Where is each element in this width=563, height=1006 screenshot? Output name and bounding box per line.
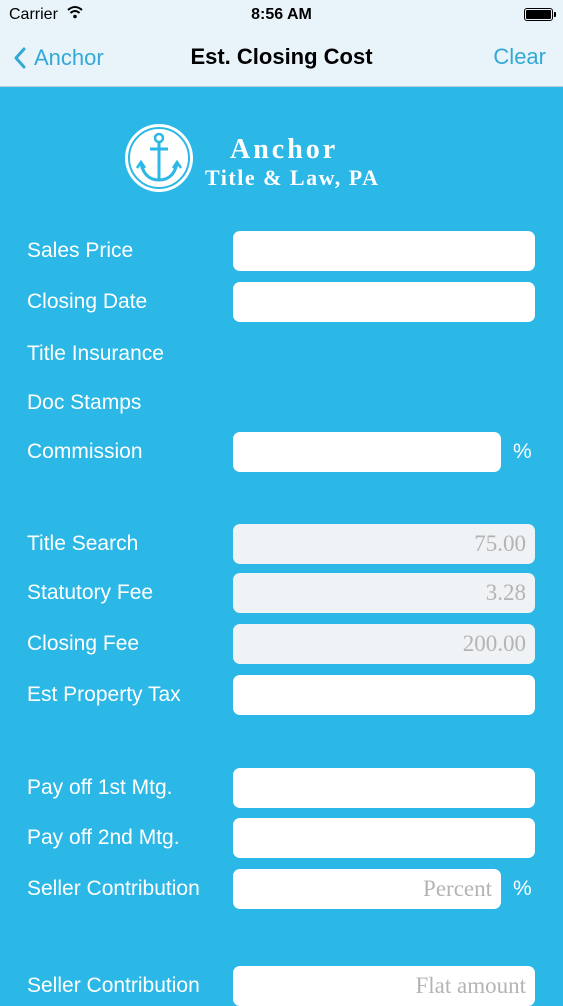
logo-text-title-law: Title & Law, PA	[205, 165, 380, 190]
payoff-2nd-mtg-label: Pay off 2nd Mtg.	[27, 826, 180, 849]
commission-percent-unit: %	[513, 440, 532, 463]
payoff-1st-mtg-input[interactable]	[233, 768, 535, 808]
statutory-fee-label: Statutory Fee	[27, 581, 154, 604]
company-logo: Anchor Title & Law, PA	[123, 122, 443, 196]
est-property-tax-input[interactable]	[233, 675, 535, 715]
seller-contribution-flat-label: Seller Contribution	[27, 974, 200, 997]
status-bar: Carrier 8:56 AM	[0, 0, 563, 30]
seller-contribution-percent-label: Seller Contribution	[27, 877, 200, 900]
clock: 8:56 AM	[251, 6, 312, 23]
doc-stamps-label: Doc Stamps	[27, 391, 142, 414]
sales-price-input[interactable]	[233, 231, 535, 271]
payoff-2nd-mtg-input[interactable]	[233, 818, 535, 858]
seller-contribution-percent-input[interactable]: Percent	[233, 869, 501, 909]
commission-label: Commission	[27, 440, 143, 463]
statutory-fee-field: 3.28	[233, 573, 535, 613]
clear-button[interactable]: Clear	[493, 44, 546, 70]
title-search-field: 75.00	[233, 524, 535, 564]
battery-icon	[524, 8, 556, 21]
closing-date-label: Closing Date	[27, 290, 148, 313]
seller-contribution-flat-input[interactable]: Flat amount	[233, 966, 535, 1006]
seller-contribution-percent-unit: %	[513, 877, 532, 900]
anchor-icon	[125, 124, 193, 192]
closing-fee-label: Closing Fee	[27, 632, 140, 655]
sales-price-label: Sales Price	[27, 239, 134, 262]
payoff-1st-mtg-label: Pay off 1st Mtg.	[27, 776, 173, 799]
logo-text-anchor: Anchor	[230, 134, 339, 165]
closing-date-input[interactable]	[233, 282, 535, 322]
commission-input[interactable]	[233, 432, 501, 472]
closing-fee-field: 200.00	[233, 624, 535, 664]
title-insurance-label: Title Insurance	[27, 342, 164, 365]
title-search-label: Title Search	[27, 532, 139, 555]
navigation-bar: Anchor Est. Closing Cost Clear	[0, 30, 563, 87]
page-title: Est. Closing Cost	[190, 44, 373, 69]
est-property-tax-label: Est Property Tax	[27, 683, 181, 706]
